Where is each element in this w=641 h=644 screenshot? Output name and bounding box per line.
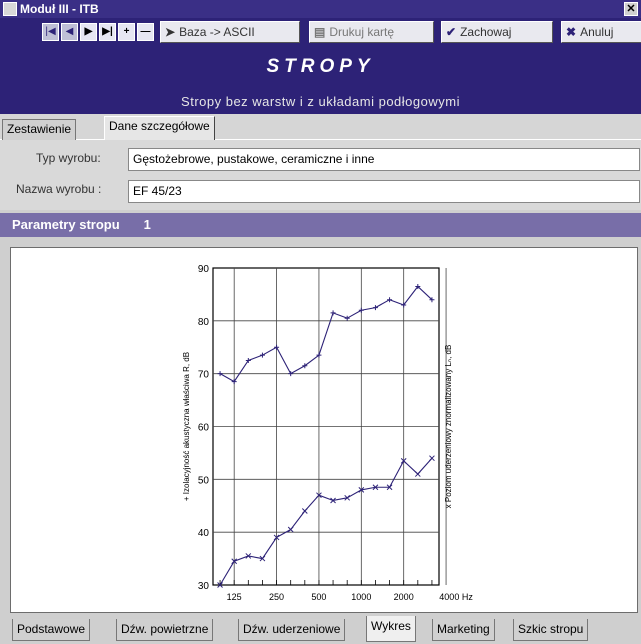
x-tick-label: 500: [311, 592, 326, 602]
add-record-button[interactable]: +: [118, 23, 135, 41]
print-card-button[interactable]: ▤ Drukuj kartę: [309, 21, 434, 43]
save-button[interactable]: ✔ Zachowaj: [441, 21, 553, 43]
tab-floor-sketch[interactable]: Szkic stropu: [513, 619, 589, 641]
tab-summary[interactable]: Zestawienie: [2, 119, 77, 140]
product-form: Typ wyrobu: Gęstożebrowe, pustakowe, cer…: [0, 140, 641, 210]
delete-record-button[interactable]: —: [137, 23, 154, 41]
prev-record-button[interactable]: ◀: [61, 23, 78, 41]
x-tick-label: 250: [269, 592, 284, 602]
title-bar: Moduł III - ITB ✕: [0, 0, 641, 18]
x-tick-label: 4000 Hz: [439, 592, 473, 602]
data-point-plus: [387, 297, 393, 303]
app-icon: [3, 2, 17, 16]
product-type-field[interactable]: Gęstożebrowe, pustakowe, ceramiczne i in…: [128, 148, 640, 171]
y-axis-label-right: x Poziom uderzeniowy znormalizowany Lₙ, …: [444, 345, 453, 509]
print-card-label: Drukuj kartę: [329, 25, 395, 39]
top-tab-strip: Zestawienie Dane szczegółowe: [0, 114, 641, 140]
cancel-label: Anuluj: [580, 25, 614, 39]
save-label: Zachowaj: [460, 25, 512, 39]
bottom-tab-strip: Podstawowe Dźw. powietrzne Dźw. uderzeni…: [0, 616, 641, 644]
module-subtitle: Stropy bez warstw i z układami podłogowy…: [181, 94, 460, 109]
chart-panel: 30 40 50 60 70 80 90 125 250 500 1000 2000 4000 Hz + …: [10, 247, 638, 613]
module-title: STROPY: [266, 56, 375, 77]
data-point-plus: [344, 315, 350, 321]
next-record-button[interactable]: ▶: [80, 23, 97, 41]
series-line: [219, 457, 433, 586]
y-tick-label: 90: [198, 264, 210, 275]
data-point-cross: [429, 455, 435, 462]
x-tick-label: 2000: [394, 592, 414, 602]
y-tick-label: 40: [198, 528, 210, 539]
data-point-cross: [414, 471, 421, 477]
y-tick-label: 70: [198, 370, 210, 381]
export-icon: ➤: [165, 25, 176, 39]
series-line: [219, 285, 433, 383]
y-tick-label: 50: [198, 475, 210, 486]
data-point-cross: [301, 508, 308, 514]
product-name-field[interactable]: EF 45/23: [128, 180, 640, 203]
module-header: STROPY Stropy bez warstw i z układami po…: [0, 46, 641, 114]
params-label: Parametry stropu: [12, 217, 120, 232]
app-window: Moduł III - ITB ✕ |◀ ◀ ▶ ▶| + — ➤ Baza ->…: [0, 0, 641, 644]
params-number: 1: [143, 217, 151, 232]
tab-basic[interactable]: Podstawowe: [12, 619, 91, 641]
data-point-plus: [288, 371, 294, 377]
close-icon[interactable]: ✕: [624, 2, 638, 16]
product-type-label: Typ wyrobu:: [36, 151, 101, 165]
tab-airborne-sound[interactable]: Dźw. powietrzne: [116, 619, 214, 641]
y-tick-label: 80: [198, 317, 210, 328]
product-name-label: Nazwa wyrobu :: [16, 182, 102, 196]
data-point-plus: [372, 305, 378, 311]
data-point-plus: [330, 310, 336, 316]
first-record-button[interactable]: |◀: [42, 23, 59, 41]
cancel-button[interactable]: ✖ Anuluj: [561, 21, 641, 43]
params-header: Parametry stropu 1: [0, 213, 641, 237]
export-ascii-button[interactable]: ➤ Baza -> ASCII: [160, 21, 300, 43]
data-point-cross: [287, 526, 294, 533]
window-title: Moduł III - ITB: [20, 2, 99, 16]
y-tick-label: 30: [198, 581, 210, 592]
tab-details[interactable]: Dane szczegółowe: [104, 116, 215, 140]
printer-icon: ▤: [314, 25, 326, 39]
data-point-plus: [274, 344, 280, 350]
check-icon: ✔: [446, 25, 457, 39]
tab-marketing[interactable]: Marketing: [432, 619, 495, 641]
data-point-plus: [358, 307, 364, 313]
last-record-button[interactable]: ▶|: [99, 23, 116, 41]
y-tick-label: 60: [198, 423, 210, 434]
data-point-plus: [259, 352, 265, 358]
tab-impact-sound[interactable]: Dźw. uderzeniowe: [238, 619, 346, 641]
toolbar: |◀ ◀ ▶ ▶| + — ➤ Baza -> ASCII ▤ Drukuj kar…: [0, 18, 641, 46]
x-tick-label: 1000: [351, 592, 371, 602]
x-tick-label: 125: [227, 592, 242, 602]
acoustic-chart: 30 40 50 60 70 80 90 125 250 500 1000 2000 4000 Hz + …: [182, 264, 473, 602]
export-ascii-label: Baza -> ASCII: [179, 25, 255, 39]
tab-chart[interactable]: Wykres: [366, 616, 416, 642]
data-point-plus: [217, 371, 223, 377]
y-axis-label-left: + Izolacyjność akustyczna właściwa R, dB: [182, 352, 191, 501]
cancel-icon: ✖: [566, 25, 577, 39]
